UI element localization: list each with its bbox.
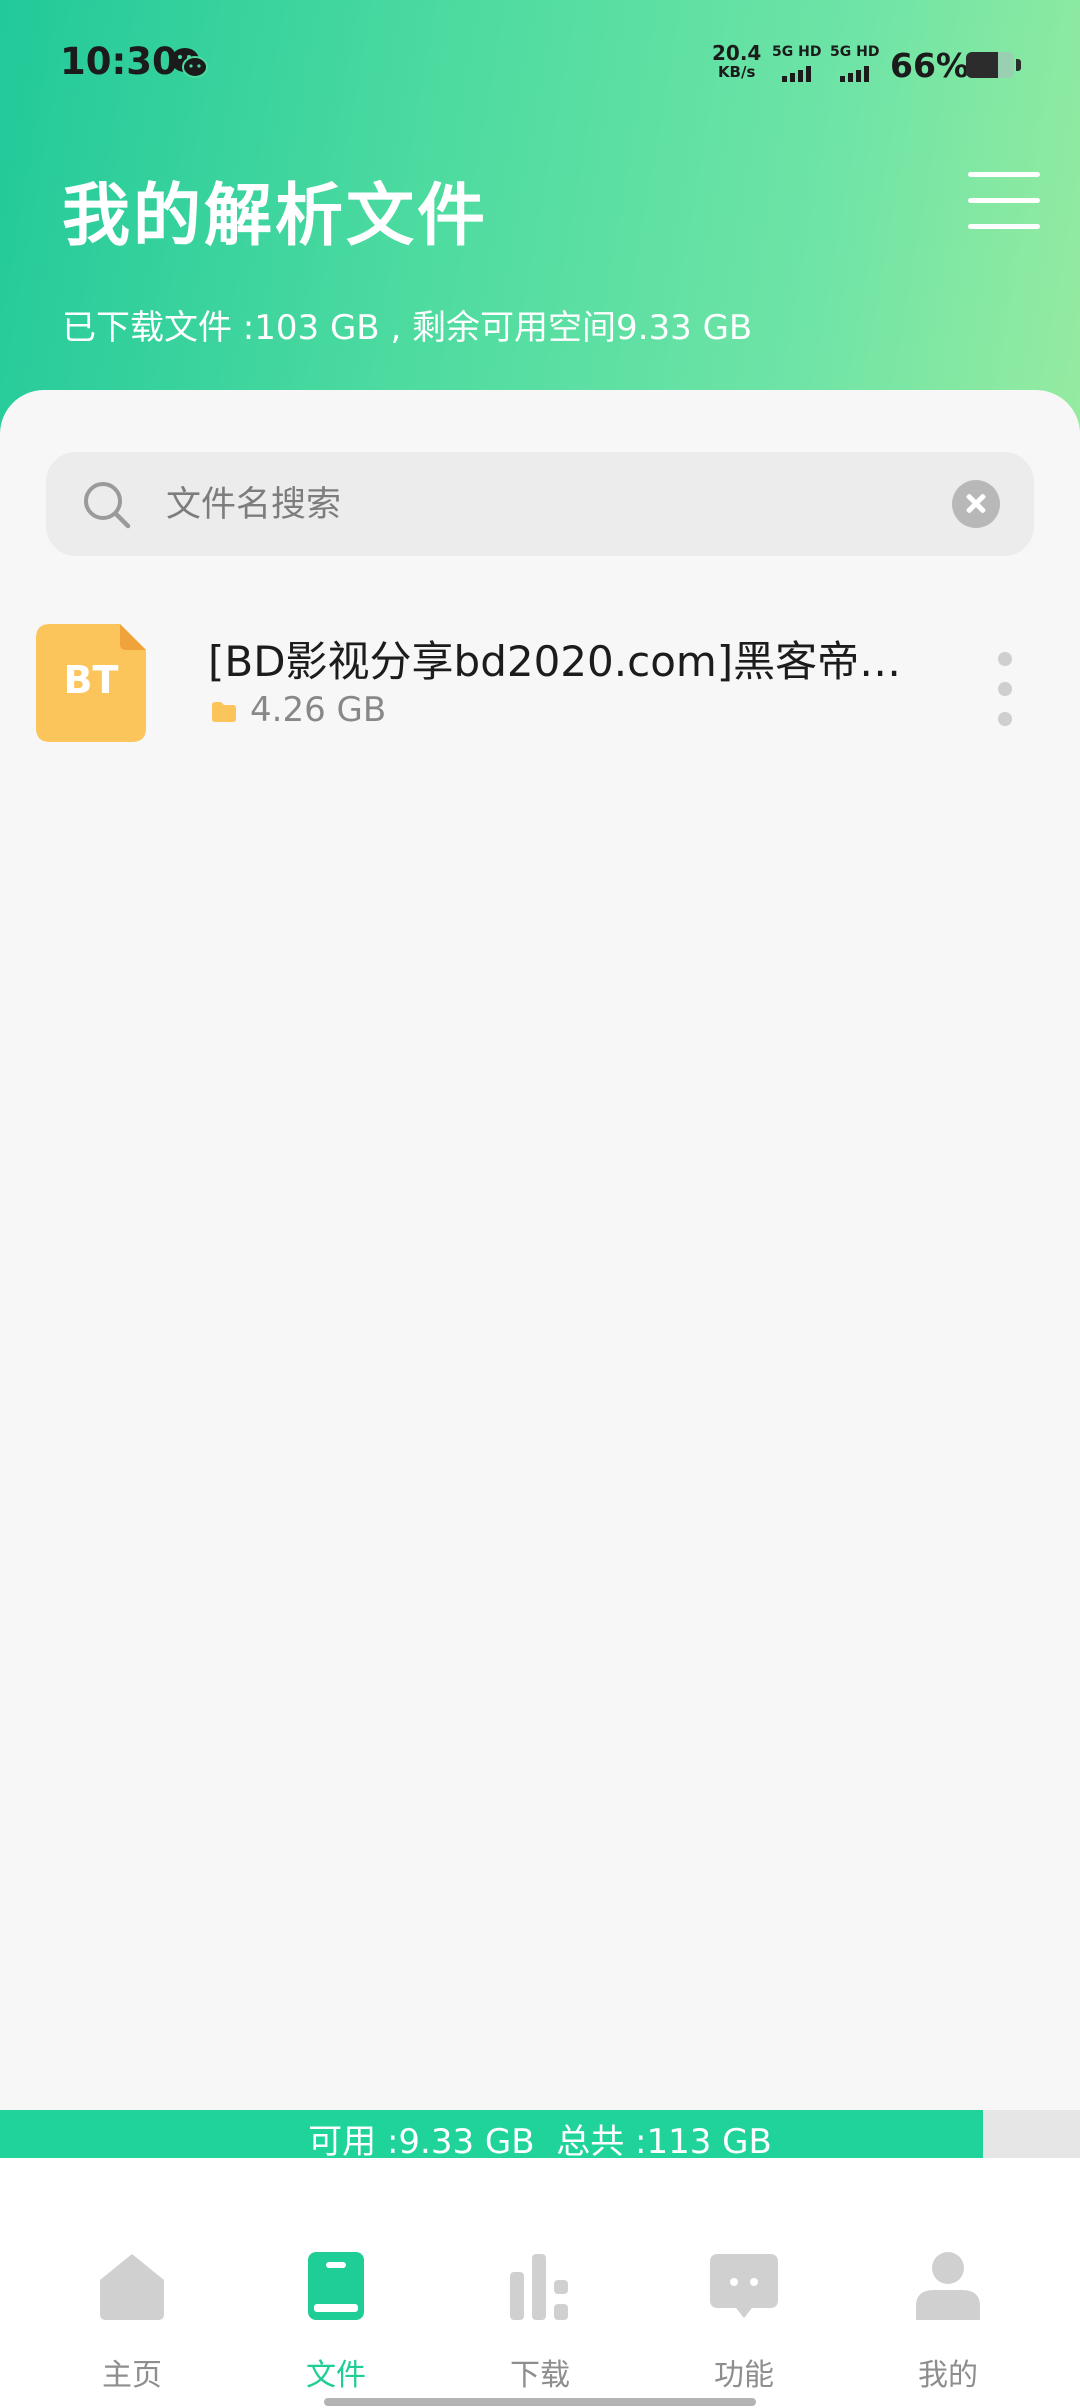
home-indicator[interactable]	[324, 2398, 756, 2406]
nav-item-functions[interactable]: 功能	[636, 2250, 852, 2393]
nav-label-files: 文件	[306, 2358, 366, 2393]
sim1-signal-icon: 5G HD	[772, 44, 824, 84]
nav-label-profile: 我的	[918, 2358, 978, 2393]
search-input[interactable]	[164, 474, 968, 536]
header: 10:30 20.4 KB/s 5G HD 5G HD 66% 我的解析文件 已…	[0, 0, 1080, 440]
nav-item-profile[interactable]: 我的	[840, 2250, 1056, 2393]
battery-cap	[1016, 59, 1021, 71]
bottom-navigation: 主页 文件 下载 功能 我的	[0, 2158, 1080, 2408]
sim2-signal-icon: 5G HD	[830, 44, 882, 84]
wechat-icon	[171, 48, 208, 78]
sim2-label: 5G HD	[830, 44, 880, 60]
battery-percent: 66%	[890, 46, 969, 85]
nav-item-files[interactable]: 文件	[228, 2250, 444, 2393]
storage-usage-bar: 可用 :9.33 GB 总共 :113 GB	[0, 2110, 1080, 2162]
network-speed-unit: KB/s	[717, 63, 756, 81]
chat-function-icon	[710, 2254, 778, 2318]
search-icon	[84, 482, 131, 529]
file-book-icon	[308, 2252, 364, 2320]
clear-search-icon[interactable]	[952, 480, 1000, 528]
network-speed: 20.4 KB/s	[712, 41, 762, 82]
folder-icon	[212, 702, 236, 722]
nav-label-functions: 功能	[714, 2358, 774, 2393]
status-time: 10:30	[60, 40, 178, 83]
page-title: 我的解析文件	[62, 177, 489, 256]
file-size: 4.26 GB	[250, 690, 387, 730]
search-bar[interactable]	[46, 452, 1034, 556]
menu-icon[interactable]	[968, 172, 1040, 230]
nav-item-download[interactable]: 下载	[432, 2250, 648, 2393]
storage-summary: 已下载文件 :103 GB , 剩余可用空间9.33 GB	[62, 308, 753, 348]
sim1-label: 5G HD	[772, 44, 822, 60]
home-icon	[100, 2254, 164, 2320]
nav-item-home[interactable]: 主页	[24, 2250, 240, 2393]
more-options-icon[interactable]	[990, 652, 1020, 726]
nav-label-home: 主页	[102, 2358, 162, 2393]
user-icon	[916, 2252, 980, 2320]
file-name: [BD影视分享bd2020.com]黑客帝…	[208, 637, 902, 686]
status-bar: 10:30 20.4 KB/s 5G HD 5G HD 66%	[0, 0, 1080, 130]
file-list-panel: BT [BD影视分享bd2020.com]黑客帝… 4.26 GB	[0, 390, 1080, 2110]
storage-usage-text: 可用 :9.33 GB 总共 :113 GB	[308, 2122, 772, 2162]
network-speed-value: 20.4	[712, 41, 762, 65]
file-list-item[interactable]: BT [BD影视分享bd2020.com]黑客帝… 4.26 GB	[0, 610, 1080, 760]
file-type-label: BT	[63, 658, 119, 702]
battery-icon	[966, 52, 1014, 78]
nav-label-download: 下载	[510, 2358, 570, 2393]
download-bars-icon	[510, 2254, 568, 2320]
